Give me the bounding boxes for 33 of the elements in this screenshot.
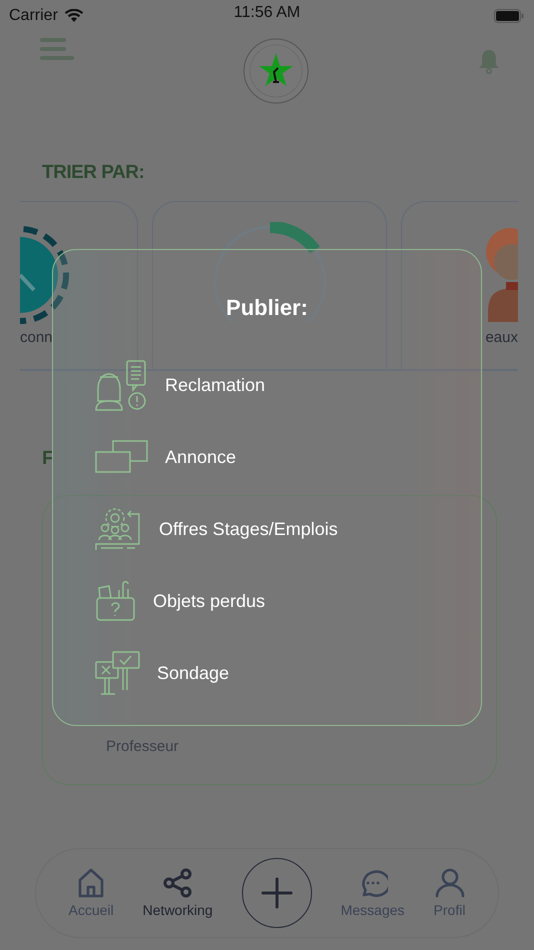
- logo-icon: [243, 38, 309, 104]
- bell-icon[interactable]: [478, 48, 500, 74]
- nav-tab[interactable]: Messages: [340, 868, 405, 918]
- home-icon: [77, 868, 106, 898]
- carrier-name: Carrier: [9, 7, 58, 25]
- section-heading: F: [42, 448, 54, 470]
- complaint-icon[interactable]: [95, 359, 149, 411]
- battery-icon: [494, 9, 524, 23]
- dialog-title: Publier:: [226, 295, 308, 321]
- category-card[interactable]: eaux: [400, 201, 518, 369]
- publish-option[interactable]: Sondage: [157, 662, 230, 684]
- publish-option[interactable]: Offres Stages/Emplois: [159, 518, 338, 540]
- publish-option[interactable]: Reclamation: [165, 374, 266, 396]
- nav-tab[interactable]: Networking: [142, 868, 213, 918]
- menu-icon[interactable]: [40, 38, 74, 60]
- nav-tab[interactable]: Accueil: [68, 868, 114, 918]
- user-icon: [434, 868, 464, 898]
- nav-tab[interactable]: Profil: [434, 868, 466, 918]
- share-icon: [162, 868, 194, 898]
- plus-icon: [260, 877, 293, 909]
- poll-sign-icon[interactable]: [95, 650, 141, 696]
- wifi-icon: [64, 9, 84, 23]
- add-button[interactable]: [242, 858, 312, 928]
- category-card[interactable]: conn: [20, 201, 138, 369]
- role-text: Professeur: [106, 738, 179, 754]
- card-label: eaux: [485, 329, 518, 346]
- section-heading: TRIER PAR:: [42, 162, 144, 184]
- publish-option[interactable]: Annonce: [165, 446, 236, 468]
- clock-time: 11:56 AM: [234, 4, 300, 22]
- card-label: conn: [20, 329, 53, 346]
- publish-option[interactable]: Objets perdus: [153, 590, 266, 612]
- windows-icon[interactable]: [95, 440, 149, 474]
- lost-box-icon[interactable]: [95, 580, 137, 622]
